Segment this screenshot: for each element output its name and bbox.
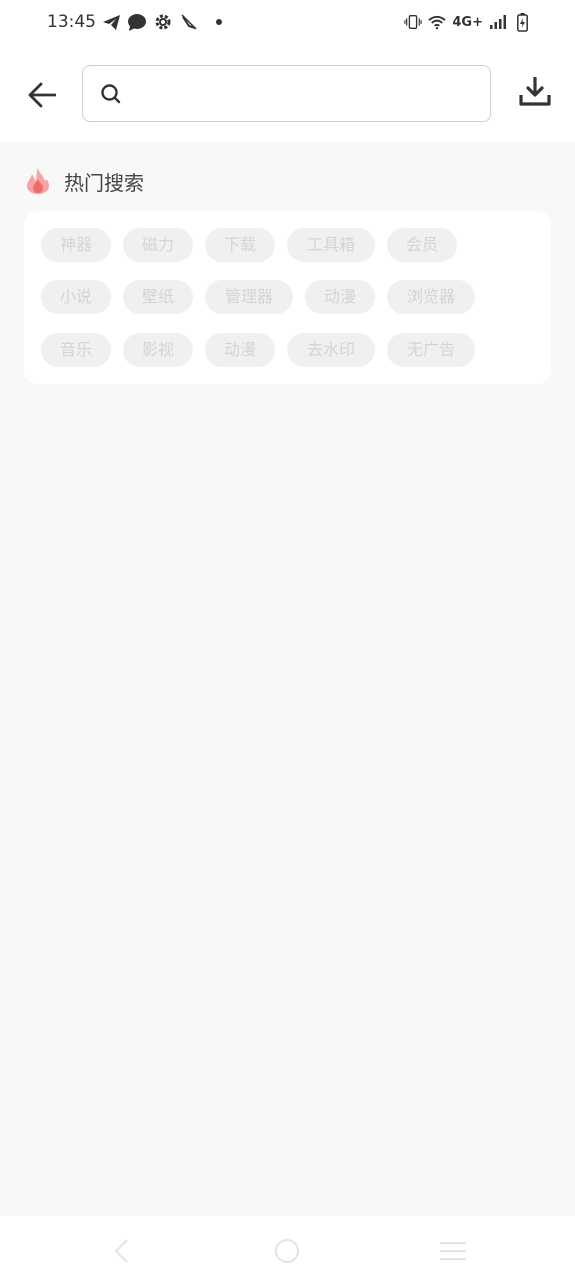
status-time: 13:45 [47, 12, 96, 32]
hot-tag[interactable]: 无广告 [387, 333, 475, 367]
search-icon [101, 84, 121, 104]
hot-search-card: 神器 磁力 下载 工具箱 会员 小说 壁纸 管理器 动漫 浏览器 音乐 影视 动… [24, 211, 551, 384]
status-left-icons [102, 13, 222, 31]
hot-tag[interactable]: 神器 [41, 228, 111, 262]
search-box[interactable] [82, 65, 491, 122]
notification-dot [216, 19, 222, 25]
arrow-left-icon [28, 82, 56, 108]
nav-home-button[interactable] [270, 1234, 304, 1268]
menu-lines-icon [440, 1242, 466, 1260]
hot-tag[interactable]: 去水印 [287, 333, 375, 367]
hot-search-title: 热门搜索 [64, 170, 144, 195]
download-button[interactable] [517, 74, 553, 110]
hot-tag[interactable]: 影视 [123, 333, 193, 367]
nav-menu-button[interactable] [436, 1234, 470, 1268]
hot-tag[interactable]: 浏览器 [387, 280, 475, 314]
hot-tag[interactable]: 会员 [387, 228, 457, 262]
system-nav-bar [0, 1216, 575, 1280]
hot-tag[interactable]: 工具箱 [287, 228, 375, 262]
home-circle-icon [275, 1239, 299, 1263]
status-bar: 13:45 4G+ [0, 0, 575, 48]
status-right-icons: 4G+ [404, 12, 531, 32]
signal-icon [489, 13, 507, 31]
fire-icon [27, 168, 49, 194]
hot-tag[interactable]: 动漫 [205, 333, 275, 367]
chat-bubble-icon [128, 13, 146, 31]
muted-icon [180, 13, 198, 31]
search-input[interactable] [131, 76, 475, 112]
hot-search-header: 热门搜索 [25, 164, 144, 198]
download-icon [519, 77, 551, 106]
back-triangle-icon [114, 1239, 128, 1263]
wifi-icon [428, 13, 447, 31]
battery-charging-icon [513, 12, 531, 32]
hot-tag[interactable]: 动漫 [305, 280, 375, 314]
back-button[interactable] [22, 75, 62, 115]
vibrate-icon [404, 13, 423, 31]
hot-tag[interactable]: 管理器 [205, 280, 293, 314]
hot-tag[interactable]: 磁力 [123, 228, 193, 262]
hot-tag[interactable]: 壁纸 [123, 280, 193, 314]
hot-tag[interactable]: 小说 [41, 280, 111, 314]
hot-tag[interactable]: 音乐 [41, 333, 111, 367]
search-header [0, 48, 575, 142]
network-type: 4G+ [452, 14, 483, 30]
telegram-icon [102, 13, 120, 31]
settings-gear-icon [154, 13, 172, 31]
hot-tag[interactable]: 下载 [205, 228, 275, 262]
nav-back-button[interactable] [104, 1234, 138, 1268]
